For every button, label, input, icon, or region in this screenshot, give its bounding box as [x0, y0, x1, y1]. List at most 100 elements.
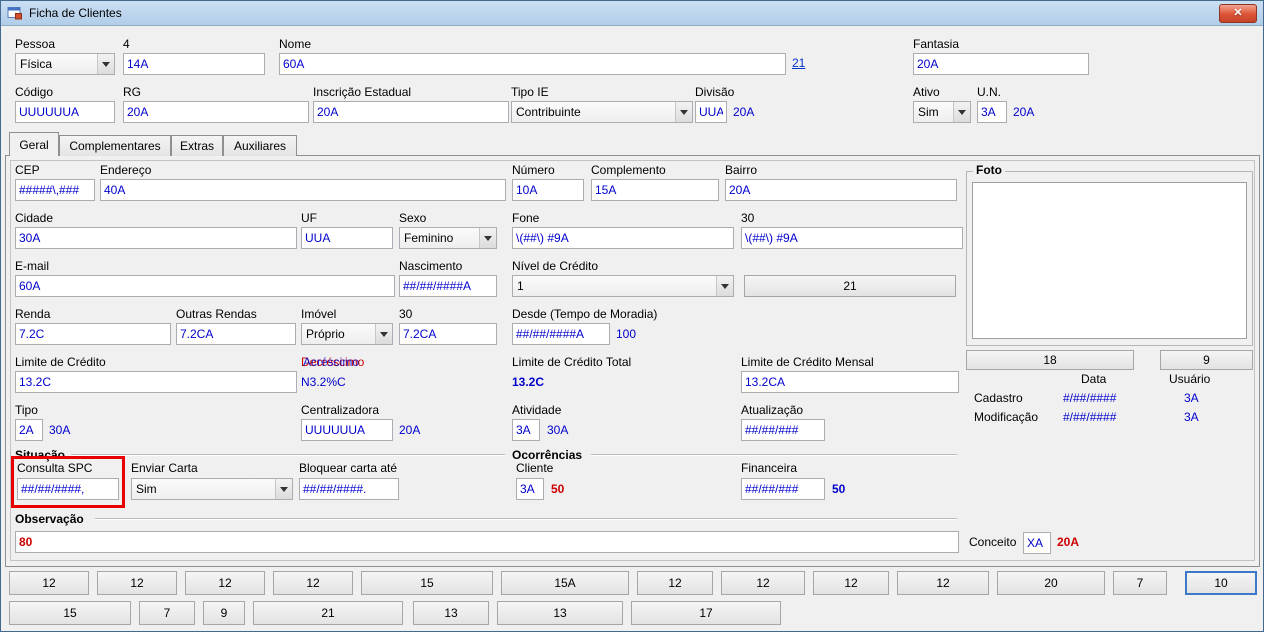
app-icon — [7, 7, 22, 20]
bottom-button-r2-3[interactable]: 9 — [203, 601, 245, 625]
tab-complementares[interactable]: Complementares — [59, 135, 171, 156]
sexo-select[interactable]: Feminino — [399, 227, 497, 249]
chevron-down-icon — [953, 102, 970, 122]
endereco-label: Endereço — [100, 163, 152, 177]
conceito-input[interactable] — [1023, 532, 1051, 554]
atividade-descricao: 30A — [547, 423, 569, 437]
foto-button-9[interactable]: 9 — [1160, 350, 1253, 370]
bairro-input[interactable] — [725, 179, 957, 201]
foto-button-18[interactable]: 18 — [966, 350, 1134, 370]
acrescimo-label: Acréscimo — [303, 355, 360, 369]
tipo-ie-select[interactable]: Contribuinte — [511, 101, 693, 123]
tab-geral[interactable]: Geral — [9, 132, 59, 156]
cliente-input[interactable] — [516, 478, 544, 500]
numero-input[interactable] — [512, 179, 584, 201]
observacao-input[interactable] — [15, 531, 959, 553]
fantasia-input[interactable] — [913, 53, 1089, 75]
bottom-button-r2-6[interactable]: 13 — [497, 601, 623, 625]
ativo-select[interactable]: Sim — [913, 101, 971, 123]
codigo-input[interactable] — [15, 101, 115, 123]
bottom-button-r1-12[interactable]: 7 — [1113, 571, 1167, 595]
close-button[interactable] — [1219, 4, 1257, 23]
financeira-input[interactable] — [741, 478, 825, 500]
un-input[interactable] — [977, 101, 1007, 123]
bottom-button-r1-11[interactable]: 20 — [997, 571, 1105, 595]
modificacao-data: #/##/#### — [1063, 410, 1117, 424]
rg-input[interactable] — [123, 101, 309, 123]
nivel-credito-button[interactable]: 21 — [744, 275, 956, 297]
atualizacao-input[interactable] — [741, 419, 825, 441]
enviar-carta-select[interactable]: Sim — [131, 478, 293, 500]
outras-rendas-input[interactable] — [176, 323, 296, 345]
bottom-button-r1-6[interactable]: 15A — [501, 571, 629, 595]
inscricao-estadual-input[interactable] — [313, 101, 509, 123]
bottom-button-r1-3[interactable]: 12 — [185, 571, 265, 595]
observacao-divider — [95, 518, 957, 519]
un-descricao: 20A — [1013, 105, 1035, 119]
nascimento-input[interactable] — [399, 275, 497, 297]
imovel-select[interactable]: Próprio — [301, 323, 393, 345]
bottom-button-r1-7[interactable]: 12 — [637, 571, 713, 595]
divisao-label: Divisão — [695, 85, 735, 99]
imovel-valor-label: 30 — [399, 307, 413, 321]
desde-input[interactable] — [512, 323, 610, 345]
limite-total-value: 13.2C — [512, 375, 545, 389]
fone2-input[interactable] — [741, 227, 963, 249]
fone-input[interactable] — [512, 227, 734, 249]
bottom-button-r1-9[interactable]: 12 — [813, 571, 889, 595]
bottom-button-r1-10[interactable]: 12 — [897, 571, 989, 595]
bottom-button-r1-1[interactable]: 12 — [9, 571, 89, 595]
renda-input[interactable] — [15, 323, 171, 345]
pessoa-select[interactable]: Física — [15, 53, 115, 75]
divisao-input[interactable] — [695, 101, 727, 123]
cadastro-data: #/##/#### — [1063, 391, 1117, 405]
bottom-button-r2-2[interactable]: 7 — [139, 601, 195, 625]
centralizadora-input[interactable] — [301, 419, 393, 441]
desde-label: Desde (Tempo de Moradia) — [512, 307, 658, 321]
limite-credito-label: Limite de Crédito — [15, 355, 106, 369]
nome-input[interactable] — [279, 53, 786, 75]
seq-label: 4 — [123, 37, 130, 51]
consulta-spc-input[interactable] — [17, 478, 119, 500]
atividade-input[interactable] — [512, 419, 540, 441]
ficha-de-clientes-window: Ficha de Clientes Pessoa Física 4 Nome 2… — [0, 0, 1264, 632]
complemento-input[interactable] — [591, 179, 719, 201]
nome-count-link[interactable]: 21 — [792, 56, 805, 70]
chevron-down-icon — [375, 324, 392, 344]
renda-label: Renda — [15, 307, 51, 321]
bottom-button-r1-8[interactable]: 12 — [721, 571, 805, 595]
cidade-input[interactable] — [15, 227, 297, 249]
chevron-down-icon — [275, 479, 292, 499]
uf-input[interactable] — [301, 227, 393, 249]
bottom-button-r2-1[interactable]: 15 — [9, 601, 131, 625]
bottom-button-r2-5[interactable]: 13 — [413, 601, 489, 625]
bottom-button-r2-7[interactable]: 17 — [631, 601, 781, 625]
codigo-label: Código — [15, 85, 54, 99]
ocorrencias-group-title: Ocorrências — [512, 448, 583, 462]
usuario-column-label: Usuário — [1169, 372, 1211, 386]
imovel-label: Imóvel — [301, 307, 337, 321]
tab-auxiliares[interactable]: Auxiliares — [223, 135, 297, 156]
cep-input[interactable] — [15, 179, 95, 201]
imovel-valor-input[interactable] — [399, 323, 497, 345]
bottom-button-r1-5[interactable]: 15 — [361, 571, 493, 595]
bottom-button-r1-2[interactable]: 12 — [97, 571, 177, 595]
limite-credito-input[interactable] — [15, 371, 297, 393]
bottom-button-r1-4[interactable]: 12 — [273, 571, 353, 595]
nivel-credito-label: Nível de Crédito — [512, 259, 599, 273]
bottom-button-r2-4[interactable]: 21 — [253, 601, 403, 625]
tipo-input[interactable] — [15, 419, 43, 441]
nivel-credito-select[interactable]: 1 — [512, 275, 734, 297]
seq-input[interactable] — [123, 53, 265, 75]
bloquear-carta-input[interactable] — [299, 478, 399, 500]
bottom-button-r1-13[interactable]: 10 — [1185, 571, 1257, 595]
nome-label: Nome — [279, 37, 312, 51]
nascimento-label: Nascimento — [399, 259, 463, 273]
tab-extras[interactable]: Extras — [171, 135, 223, 156]
tipo-descricao: 30A — [49, 423, 71, 437]
endereco-input[interactable] — [100, 179, 506, 201]
ativo-value: Sim — [918, 105, 939, 119]
consulta-spc-label: Consulta SPC — [17, 461, 93, 475]
limite-mensal-input[interactable] — [741, 371, 959, 393]
email-input[interactable] — [15, 275, 395, 297]
